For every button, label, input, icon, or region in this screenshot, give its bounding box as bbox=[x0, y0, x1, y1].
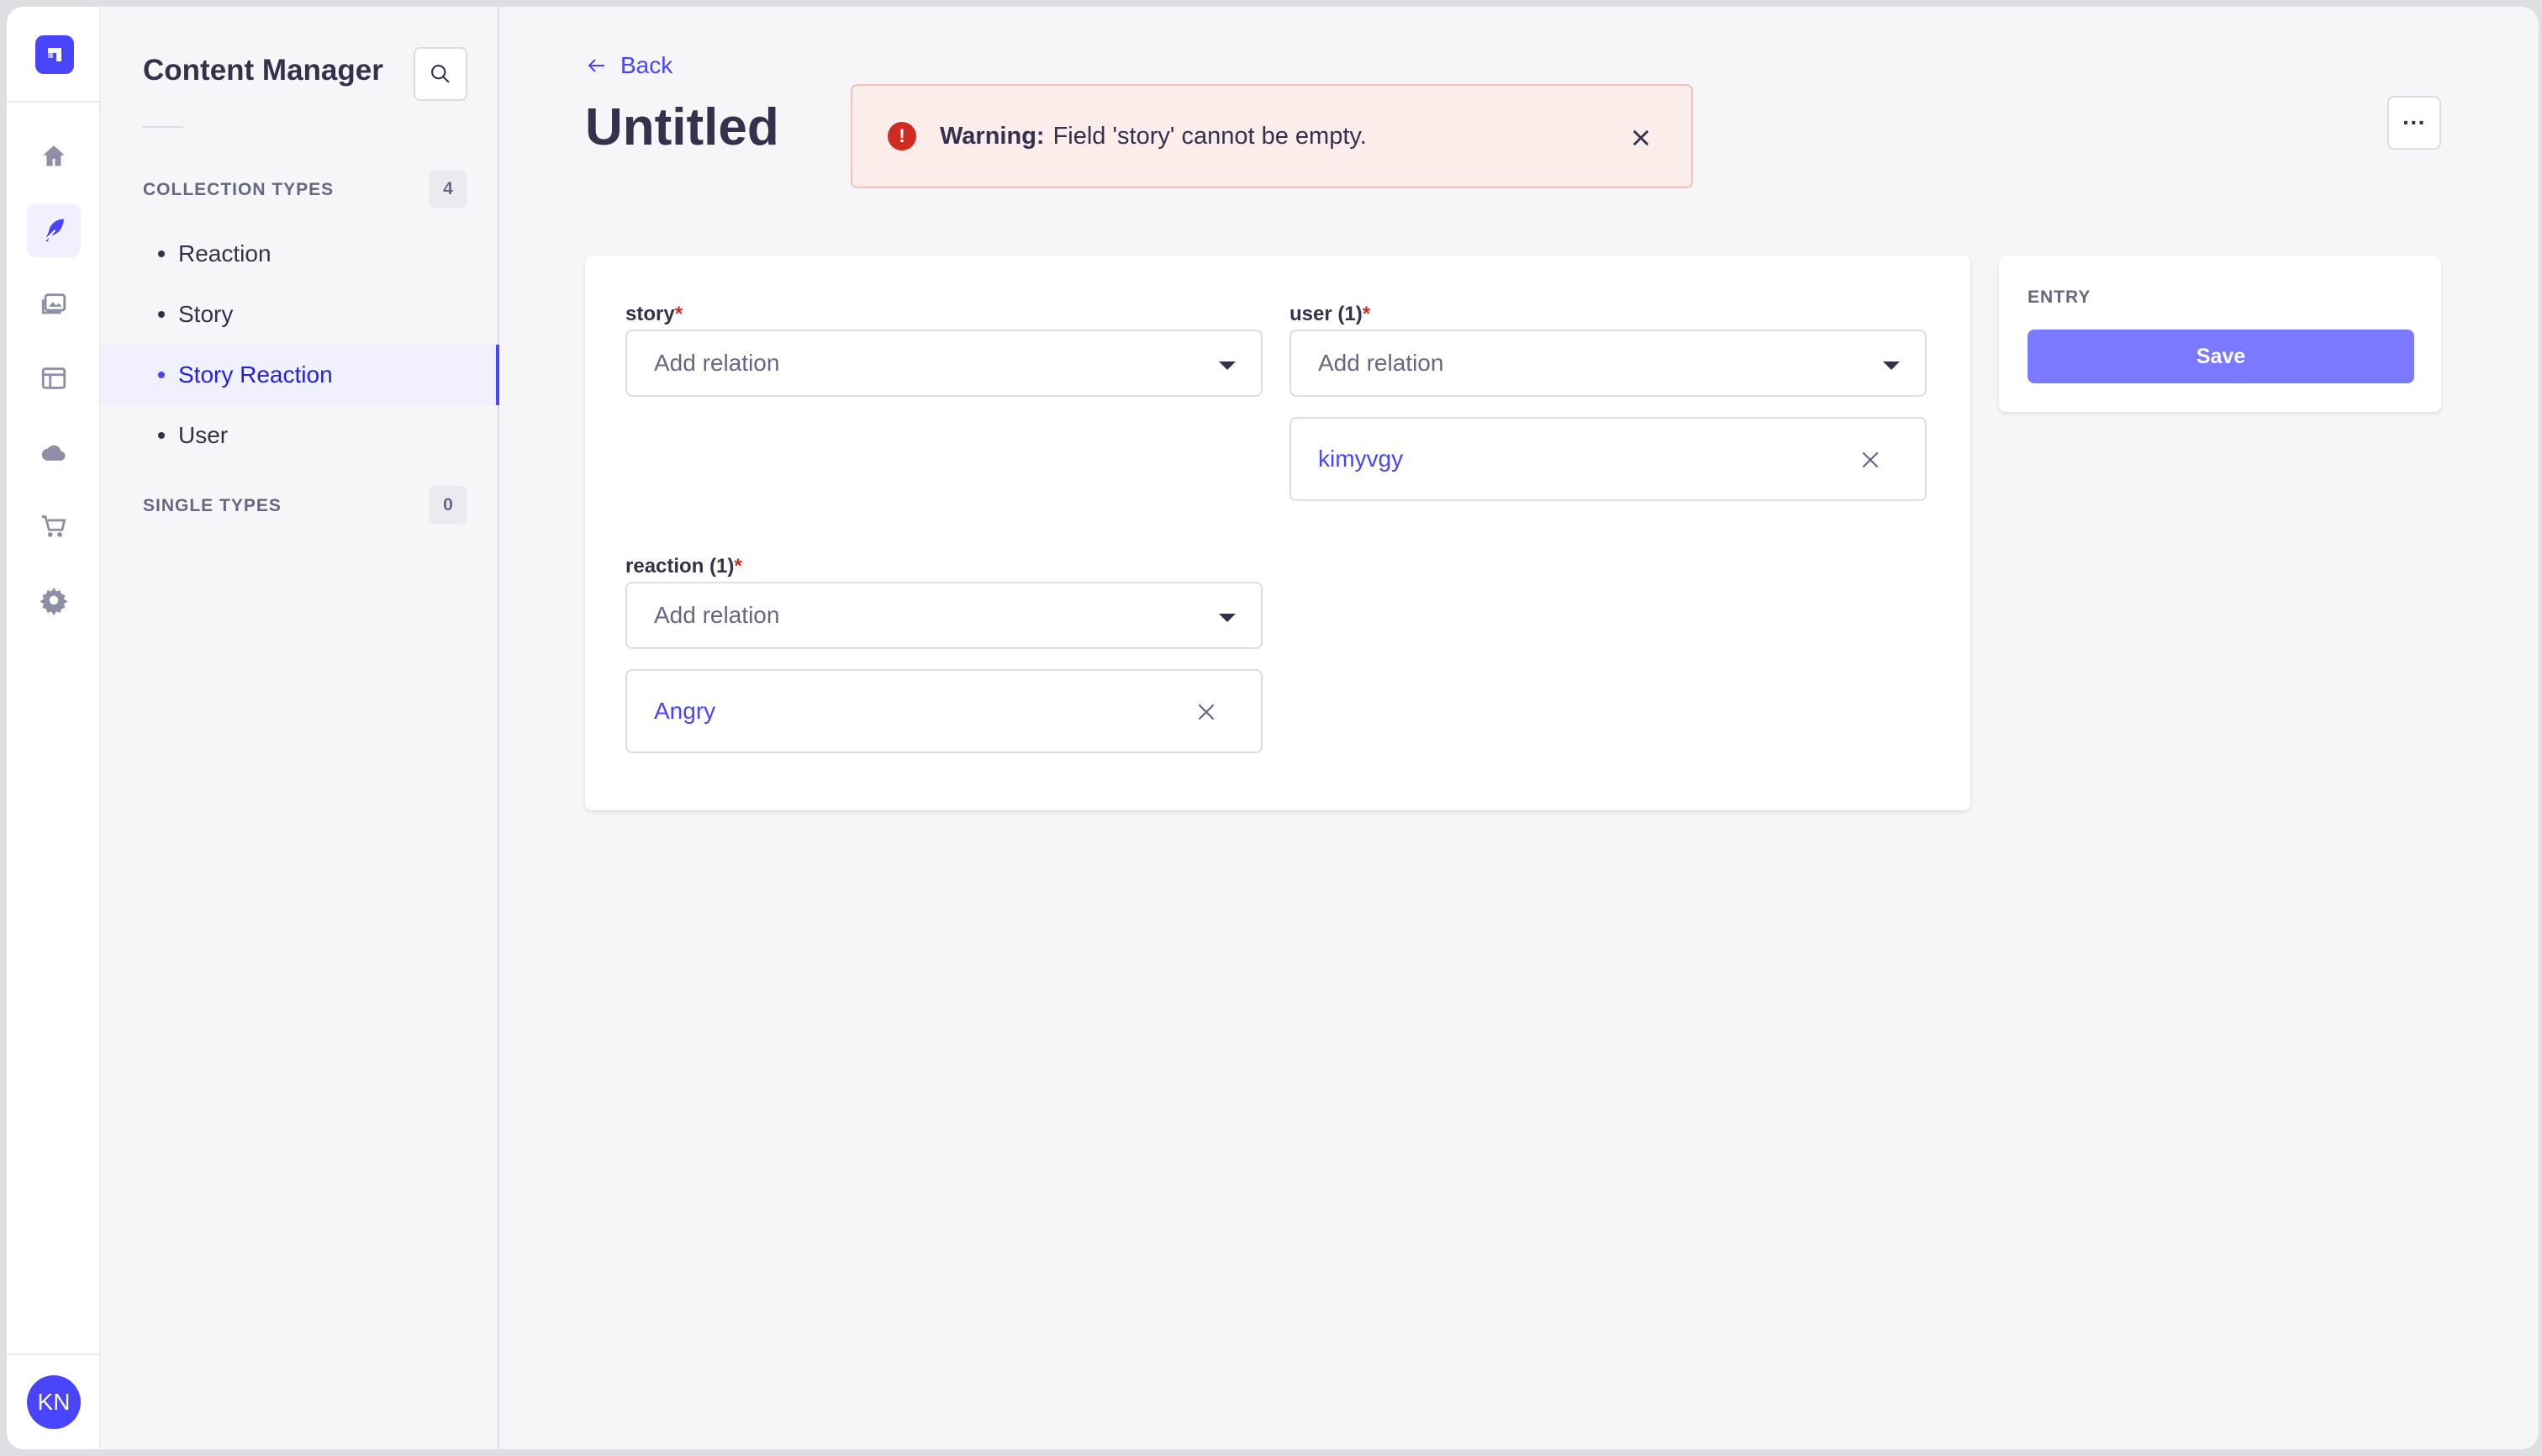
search-icon bbox=[431, 65, 450, 83]
sidebar-item-story[interactable]: Story bbox=[101, 284, 499, 345]
reaction-relation-item[interactable]: Angry bbox=[625, 669, 1263, 753]
back-label: Back bbox=[620, 52, 673, 78]
page-title: Untitled bbox=[585, 98, 779, 156]
logo-area bbox=[7, 7, 99, 103]
save-button[interactable]: Save bbox=[2028, 330, 2414, 383]
story-field-label: story* bbox=[625, 303, 683, 325]
sidebar-item-label: User bbox=[178, 422, 229, 448]
bullet bbox=[158, 251, 165, 257]
sidebar-item-user[interactable]: User bbox=[101, 405, 499, 466]
reaction-relation-select[interactable]: Add relation bbox=[625, 582, 1263, 649]
more-actions-button[interactable]: ··· bbox=[2387, 96, 2441, 150]
main-nav: KN bbox=[7, 7, 101, 1449]
user-field-label: user (1)* bbox=[1289, 303, 1371, 325]
content-manager-subnav: Content Manager COLLECTION TYPES 4 React… bbox=[101, 7, 499, 1449]
media-library-icon[interactable] bbox=[27, 277, 81, 331]
entry-panel: ENTRY Save bbox=[1999, 256, 2441, 412]
back-link[interactable]: Back bbox=[585, 52, 672, 79]
single-types-count: 0 bbox=[429, 486, 467, 525]
user-avatar[interactable]: KN bbox=[27, 1375, 81, 1429]
alert-message: Field 'story' cannot be empty. bbox=[1052, 122, 1367, 150]
nav-footer: KN bbox=[7, 1353, 99, 1449]
arrow-left-icon bbox=[588, 59, 604, 72]
sidebar-item-label: Story Reaction bbox=[178, 361, 333, 388]
sidebar-item-label: Reaction bbox=[178, 240, 272, 266]
edit-form-card: story* Add relation user (1)* Add relati… bbox=[585, 256, 1970, 810]
home-icon[interactable] bbox=[27, 129, 81, 183]
collection-types-heading[interactable]: COLLECTION TYPES bbox=[143, 180, 334, 200]
chevron-down-icon bbox=[1219, 614, 1236, 622]
alert-title: Warning: bbox=[940, 122, 1045, 150]
relation-item-label[interactable]: kimyvgy bbox=[1318, 446, 1403, 472]
exclamation-icon: ! bbox=[888, 122, 916, 150]
strapi-logo-icon[interactable] bbox=[35, 35, 74, 74]
remove-relation-icon[interactable] bbox=[1195, 701, 1217, 723]
user-relation-item[interactable]: kimyvgy bbox=[1289, 417, 1927, 501]
collection-types-count: 4 bbox=[429, 170, 467, 208]
select-placeholder: Add relation bbox=[654, 602, 780, 628]
select-placeholder: Add relation bbox=[654, 350, 780, 376]
marketplace-icon[interactable] bbox=[27, 499, 81, 553]
bullet bbox=[158, 372, 165, 378]
reaction-field-label: reaction (1)* bbox=[625, 555, 742, 578]
sidebar-item-label: Story bbox=[178, 301, 234, 327]
content-manager-icon[interactable] bbox=[27, 203, 81, 257]
content-type-builder-icon[interactable] bbox=[27, 351, 81, 405]
bullet bbox=[158, 311, 165, 318]
subnav-search-button[interactable] bbox=[414, 47, 467, 101]
subnav-divider bbox=[143, 126, 183, 128]
close-icon[interactable] bbox=[1629, 126, 1653, 150]
warning-alert: ! Warning: Field 'story' cannot be empty… bbox=[851, 84, 1693, 188]
user-relation-select[interactable]: Add relation bbox=[1289, 330, 1927, 397]
select-placeholder: Add relation bbox=[1318, 350, 1444, 376]
chevron-down-icon bbox=[1219, 361, 1236, 370]
sidebar-item-reaction[interactable]: Reaction bbox=[101, 224, 499, 284]
cloud-icon[interactable] bbox=[27, 425, 81, 479]
remove-relation-icon[interactable] bbox=[1859, 449, 1881, 471]
subnav-title: Content Manager bbox=[143, 54, 383, 87]
settings-icon[interactable] bbox=[27, 573, 81, 627]
chevron-down-icon bbox=[1883, 361, 1900, 370]
sidebar-item-story-reaction[interactable]: Story Reaction bbox=[101, 345, 499, 405]
bullet bbox=[158, 432, 165, 439]
app-window: KN Content Manager COLLECTION TYPES 4 Re… bbox=[7, 7, 2539, 1449]
relation-item-label[interactable]: Angry bbox=[654, 698, 715, 725]
story-relation-select[interactable]: Add relation bbox=[625, 330, 1263, 397]
single-types-heading[interactable]: SINGLE TYPES bbox=[143, 496, 282, 516]
entry-label: ENTRY bbox=[2028, 288, 2091, 307]
